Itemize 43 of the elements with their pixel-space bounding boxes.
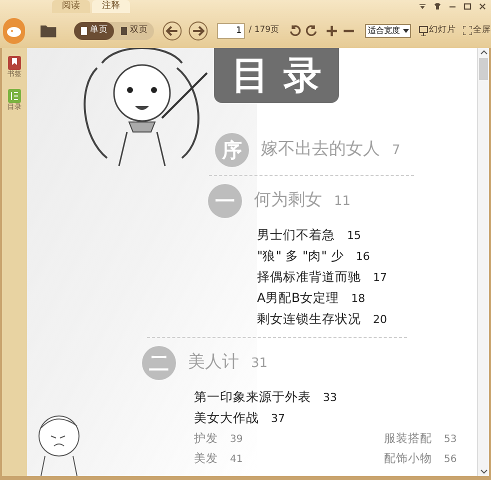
close-icon[interactable] xyxy=(478,2,487,11)
toc-entry: "狼" 多 "肉" 少 16 xyxy=(257,247,371,265)
contents-title: 目录 xyxy=(214,48,339,103)
dropdown-icon[interactable] xyxy=(418,2,427,11)
chapter-badge: 二 xyxy=(142,346,176,380)
caret-icon xyxy=(403,28,410,32)
chapter-badge: 一 xyxy=(208,184,242,218)
page-icon xyxy=(80,26,88,36)
fullscreen-icon xyxy=(463,26,472,35)
arrow-left-icon[interactable] xyxy=(162,18,182,42)
scrollbar-thumb[interactable] xyxy=(479,58,488,80)
zoom-select[interactable]: 适合宽度 xyxy=(365,24,412,38)
maximize-icon[interactable] xyxy=(463,2,472,11)
arrow-right-icon[interactable] xyxy=(188,18,209,42)
page-icon xyxy=(120,26,128,36)
shirt-icon[interactable] xyxy=(433,2,442,11)
toc-entry: 美发 41 xyxy=(194,450,244,467)
toc-entry: A男配B女定理 18 xyxy=(257,289,366,307)
scroll-down-icon[interactable] xyxy=(480,468,488,476)
toc-entry: 护发 39 xyxy=(194,430,244,447)
chapter-badge: 序 xyxy=(215,133,249,167)
toc-entry: 择偶标准背道而驰 17 xyxy=(257,268,388,286)
page-total-label: / 179页 xyxy=(248,24,280,37)
tab[interactable]: 注释 xyxy=(92,0,130,13)
monitor-icon xyxy=(419,26,428,36)
toc-entry: 服装搭配 53 xyxy=(384,430,458,447)
page-number-input[interactable]: 1 xyxy=(216,22,245,38)
chapter-title: 美人计 31 xyxy=(188,351,268,374)
tab[interactable]: 阅读 xyxy=(52,0,90,13)
toc-entry: 美女大作战 37 xyxy=(194,409,286,427)
toc-entry: 男士们不着急 15 xyxy=(257,226,362,244)
chapter-title: 嫁不出去的女人 7 xyxy=(261,138,400,162)
rotate-right-icon[interactable] xyxy=(305,22,319,38)
rotate-left-icon[interactable] xyxy=(288,22,302,38)
scroll-up-icon[interactable] xyxy=(480,48,488,56)
slideshow-button[interactable]: 幻灯片 xyxy=(419,24,456,37)
toc-entry: 第一印象来源于外表 33 xyxy=(194,388,338,406)
toc-entry: 配饰小物 56 xyxy=(384,450,458,467)
view-mode-toggle[interactable]: 单页 xyxy=(74,22,114,40)
chapter-title: 何为剩女 11 xyxy=(254,189,351,212)
toc-entry: 剩女连锁生存状况 20 xyxy=(257,310,388,328)
view-mode-toggle[interactable]: 双页 xyxy=(114,22,154,40)
fullscreen-button[interactable]: 全屏 xyxy=(463,24,491,37)
